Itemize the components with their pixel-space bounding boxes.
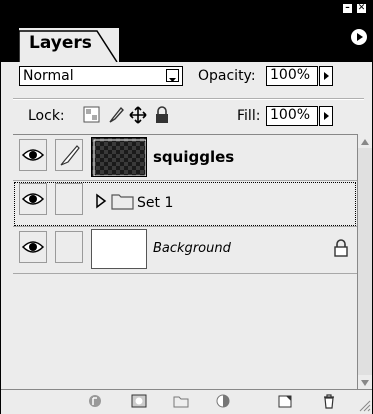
scroll-up-button[interactable] [358, 134, 372, 148]
fill-label: Fill: [237, 108, 261, 124]
arrow-right-icon [357, 33, 363, 41]
blend-mode-value: Normal [23, 68, 74, 84]
layer-thumbnail [91, 229, 147, 269]
scroll-down-button[interactable] [358, 375, 372, 389]
palette-titlebar[interactable]: – ✕ [1, 1, 372, 17]
chevron-down-icon [166, 69, 179, 82]
link-toggle[interactable] [55, 183, 83, 215]
lock-move-icon[interactable] [129, 106, 147, 124]
layers-list: squiggles Set 1 Background [13, 134, 357, 390]
new-set-icon[interactable] [173, 393, 189, 409]
lock-transparency-icon[interactable] [83, 106, 101, 124]
tab-label: Layers [29, 33, 92, 53]
lock-paint-brush-icon[interactable] [107, 106, 125, 124]
paint-brush-icon [60, 145, 80, 166]
arrow-up-icon [361, 139, 369, 145]
minimize-icon: – [345, 3, 350, 13]
row-divider [13, 273, 357, 274]
opacity-field[interactable]: 100% [266, 66, 318, 86]
lock-fill-row: Lock: Fill: 100% [1, 98, 372, 134]
add-mask-icon[interactable] [131, 393, 147, 409]
layer-style-icon[interactable] [87, 393, 103, 409]
lock-label: Lock: [28, 108, 65, 124]
lock-all-icon[interactable] [153, 106, 171, 124]
lock-icon [334, 239, 348, 257]
link-brush-toggle[interactable] [55, 139, 83, 171]
layer-name: Background [153, 241, 231, 256]
visibility-toggle[interactable] [19, 183, 47, 215]
eye-icon [21, 241, 45, 253]
layer-name: squiggles [153, 148, 235, 166]
layer-row-set-1[interactable]: Set 1 [13, 181, 357, 227]
blend-mode-select[interactable]: Normal [19, 66, 183, 86]
layer-row-squiggles[interactable]: squiggles [13, 135, 357, 181]
arrow-right-icon [324, 112, 329, 120]
layers-scrollbar[interactable] [357, 134, 372, 389]
close-button[interactable]: ✕ [356, 3, 367, 14]
trash-icon[interactable] [321, 393, 337, 409]
layer-name: Set 1 [137, 195, 174, 211]
layer-thumbnail [91, 137, 147, 177]
folder-icon [111, 194, 134, 210]
resize-grip-icon[interactable] [357, 398, 371, 412]
visibility-toggle[interactable] [19, 231, 47, 263]
arrow-right-icon [324, 72, 329, 80]
link-toggle[interactable] [55, 231, 83, 263]
adjustment-layer-icon[interactable] [215, 393, 231, 409]
layer-row-background[interactable]: Background [13, 227, 357, 273]
palette-menu-button[interactable] [350, 28, 368, 46]
arrow-down-icon [361, 380, 369, 386]
eye-icon [21, 193, 45, 205]
fill-slider-button[interactable] [319, 106, 333, 126]
expand-triangle-icon[interactable] [95, 193, 107, 209]
fill-field[interactable]: 100% [266, 106, 318, 126]
tab-layers[interactable]: Layers [19, 28, 119, 62]
new-layer-icon[interactable] [277, 393, 293, 409]
opacity-label: Opacity: [198, 68, 256, 84]
palette-footer [1, 389, 372, 414]
opacity-slider-button[interactable] [319, 66, 333, 86]
eye-icon [21, 149, 45, 161]
minimize-button[interactable]: – [342, 3, 353, 14]
visibility-toggle[interactable] [19, 139, 47, 171]
blend-opacity-row: Normal Opacity: 100% [1, 62, 372, 98]
layers-palette: – ✕ Layers Normal Opacity: 100% Lock: Fi… [0, 0, 373, 414]
close-icon: ✕ [357, 3, 366, 13]
